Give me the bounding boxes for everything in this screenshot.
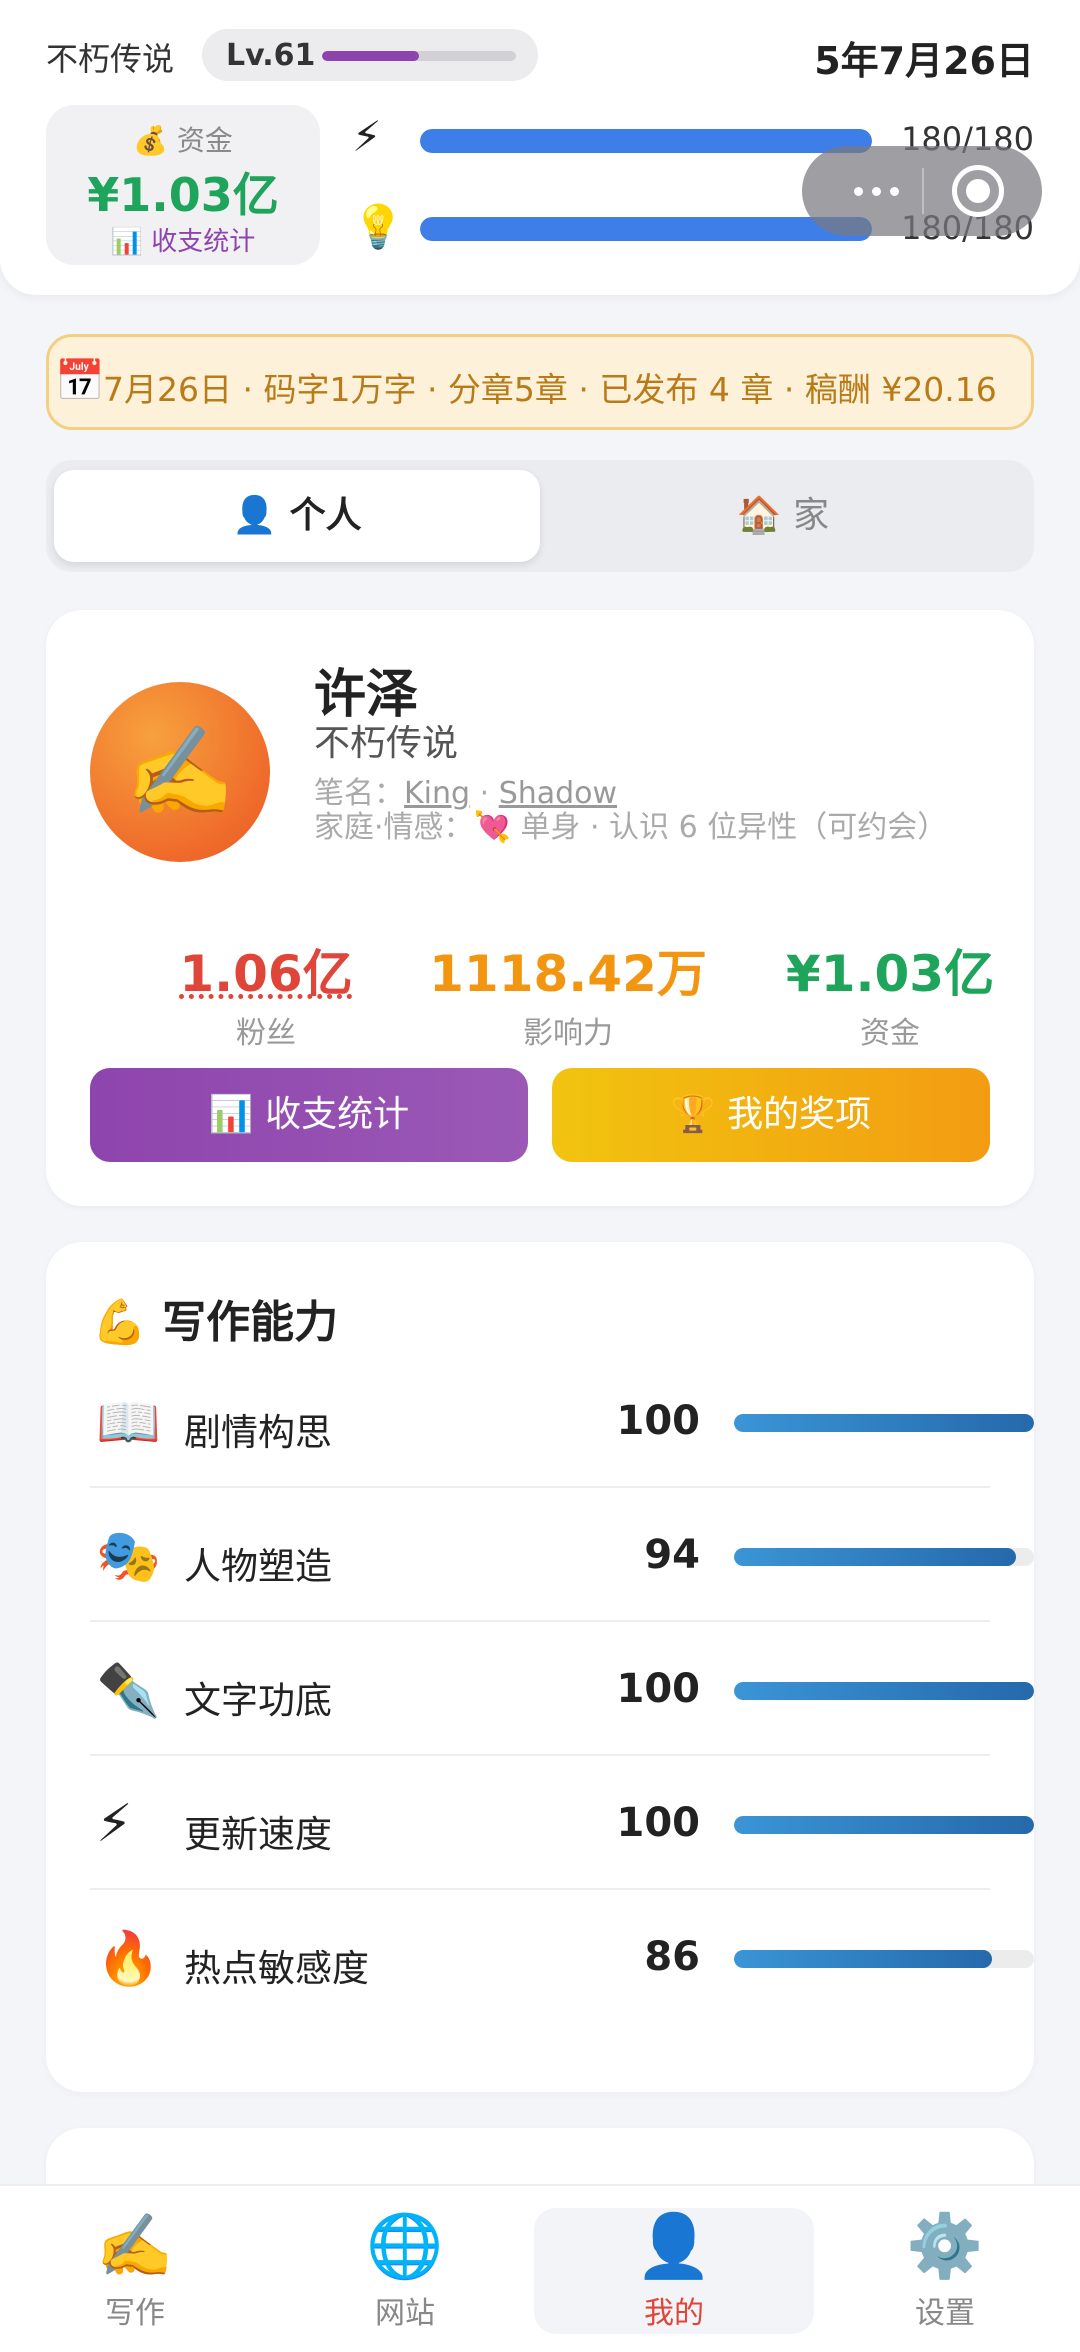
bottom-navigation: ✍️ 写作 🌐 网站 👤 我的 ⚙️ 设置 bbox=[0, 2184, 1080, 2352]
user-icon: 👤 bbox=[635, 2209, 713, 2282]
ability-label: 剧情构思 bbox=[184, 1411, 332, 1454]
energy-bar-fill bbox=[420, 129, 872, 153]
income-stats-button[interactable]: 📊 收支统计 bbox=[90, 1068, 528, 1162]
fans-value: 1.06亿 bbox=[179, 945, 353, 1003]
fans-metric[interactable]: 1.06亿 粉丝 bbox=[116, 934, 416, 1052]
writing-ability-title: 💪 写作能力 bbox=[92, 1297, 339, 1348]
lightbulb-icon: 💡 bbox=[352, 202, 405, 251]
pen-name-label: 笔名： bbox=[314, 776, 404, 811]
book-icon: 📖 bbox=[96, 1393, 161, 1453]
inspiration-bar bbox=[420, 217, 872, 241]
nav-label: 设置 bbox=[915, 2296, 975, 2331]
funds-metric-value: ¥1.03亿 bbox=[785, 945, 995, 1003]
pen-name-link[interactable]: King bbox=[404, 776, 470, 811]
nav-label: 我的 bbox=[644, 2296, 704, 2331]
ability-bar bbox=[734, 1950, 1034, 1968]
segment-tabs: 👤 个人 🏠 家 bbox=[46, 460, 1034, 572]
level-progress-bar bbox=[322, 51, 516, 61]
ability-value: 100 bbox=[616, 1666, 701, 1712]
tab-personal[interactable]: 👤 个人 bbox=[54, 470, 540, 562]
inspiration-bar-fill bbox=[420, 217, 872, 241]
nav-item-website[interactable]: 🌐 网站 bbox=[270, 2208, 540, 2334]
pen-name-separator: · bbox=[470, 776, 499, 811]
gear-icon: ⚙️ bbox=[906, 2209, 984, 2282]
ability-bar-fill bbox=[734, 1548, 1016, 1566]
nav-item-writing[interactable]: ✍️ 写作 bbox=[0, 2208, 270, 2334]
daily-summary-banner: 📅 7月26日 · 码字1万字 · 分章5章 · 已发布 4 章 · 稿酬 ¥2… bbox=[46, 334, 1034, 430]
nav-label: 网站 bbox=[375, 2296, 435, 2331]
ability-bar bbox=[734, 1414, 1034, 1432]
energy-bar bbox=[420, 129, 872, 153]
lightning-icon: ⚡ bbox=[352, 112, 382, 161]
miniprogram-capsule bbox=[802, 146, 1042, 236]
ability-bar-fill bbox=[734, 1950, 992, 1968]
ability-bar-fill bbox=[734, 1682, 1034, 1700]
ability-value: 100 bbox=[616, 1398, 701, 1444]
ability-value: 94 bbox=[644, 1532, 700, 1578]
influence-value: 1118.42万 bbox=[429, 945, 707, 1003]
pen-name-link[interactable]: Shadow bbox=[499, 776, 617, 811]
ability-label: 热点敏感度 bbox=[184, 1947, 369, 1990]
nav-label: 写作 bbox=[105, 2296, 165, 2331]
funds-metric: ¥1.03亿 资金 bbox=[740, 934, 1040, 1052]
game-title: 不朽传说 bbox=[46, 40, 175, 78]
ability-row: ✒️ 文字功底 100 bbox=[90, 1622, 1034, 1756]
nav-item-settings[interactable]: ⚙️ 设置 bbox=[810, 2208, 1080, 2334]
ability-label: 文字功底 bbox=[184, 1679, 332, 1722]
ability-bar bbox=[734, 1548, 1034, 1566]
daily-summary-text: 7月26日 · 码字1万字 · 分章5章 · 已发布 4 章 · 稿酬 ¥20.… bbox=[103, 370, 997, 409]
level-progress-fill bbox=[322, 51, 419, 61]
top-status-header: 不朽传说 Lv.61 5年7月26日 💰 资金 ¥1.03亿 📊 收支统计 ⚡ … bbox=[0, 0, 1080, 295]
ability-bar bbox=[734, 1816, 1034, 1834]
fire-icon: 🔥 bbox=[96, 1929, 161, 1989]
level-text: Lv.61 bbox=[226, 38, 316, 73]
nav-item-mine[interactable]: 👤 我的 bbox=[534, 2208, 814, 2334]
writing-hand-icon: ✍️ bbox=[96, 2209, 174, 2282]
pen-names: 笔名：King · Shadow bbox=[314, 768, 617, 812]
influence-label: 影响力 bbox=[523, 1016, 613, 1051]
ability-label: 人物塑造 bbox=[184, 1545, 332, 1588]
close-target-icon[interactable] bbox=[952, 165, 1004, 217]
funds-label: 💰 资金 bbox=[133, 124, 233, 157]
ability-row: 📖 剧情构思 100 bbox=[90, 1354, 1034, 1488]
ability-bar-fill bbox=[734, 1414, 1034, 1432]
level-badge[interactable]: Lv.61 bbox=[202, 29, 538, 81]
my-awards-button[interactable]: 🏆 我的奖项 bbox=[552, 1068, 990, 1162]
ability-row: 🔥 热点敏感度 86 bbox=[90, 1890, 1034, 2024]
writing-ability-card: 💪 写作能力 📖 剧情构思 100 🎭 人物塑造 94 ✒️ 文字功底 100 … bbox=[46, 1242, 1034, 2092]
ability-bar bbox=[734, 1682, 1034, 1700]
avatar: ✍️ bbox=[90, 682, 270, 862]
capsule-divider bbox=[922, 168, 924, 214]
fans-label: 粉丝 bbox=[236, 1016, 296, 1051]
tab-home[interactable]: 🏠 家 bbox=[540, 470, 1026, 562]
ability-bar-fill bbox=[734, 1816, 1034, 1834]
funds-metric-label: 资金 bbox=[860, 1016, 920, 1051]
more-dots-icon[interactable] bbox=[832, 146, 922, 236]
ability-label: 更新速度 bbox=[184, 1813, 332, 1856]
globe-icon: 🌐 bbox=[366, 2209, 444, 2282]
theater-masks-icon: 🎭 bbox=[96, 1527, 161, 1587]
game-date: 5年7月26日 bbox=[814, 39, 1034, 83]
family-status: 家庭·情感：💘 单身 · 认识 6 位异性（可约会） bbox=[314, 810, 948, 845]
funds-card[interactable]: 💰 资金 ¥1.03亿 📊 收支统计 bbox=[46, 105, 320, 265]
profile-card: ✍️ 许泽 不朽传说 笔名：King · Shadow 家庭·情感：💘 单身 ·… bbox=[46, 610, 1034, 1206]
income-stats-link[interactable]: 📊 收支统计 bbox=[46, 221, 320, 258]
lightning-icon: ⚡ bbox=[96, 1794, 133, 1854]
ability-row: 🎭 人物塑造 94 bbox=[90, 1488, 1034, 1622]
calendar-icon: 📅 bbox=[55, 358, 105, 404]
ability-value: 100 bbox=[616, 1800, 701, 1846]
ability-value: 86 bbox=[644, 1934, 700, 1980]
author-title: 不朽传说 bbox=[314, 723, 459, 764]
influence-metric: 1118.42万 影响力 bbox=[418, 934, 718, 1052]
funds-value: ¥1.03亿 bbox=[87, 168, 279, 222]
fountain-pen-icon: ✒️ bbox=[96, 1661, 161, 1721]
ability-row: ⚡ 更新速度 100 bbox=[90, 1756, 1034, 1890]
